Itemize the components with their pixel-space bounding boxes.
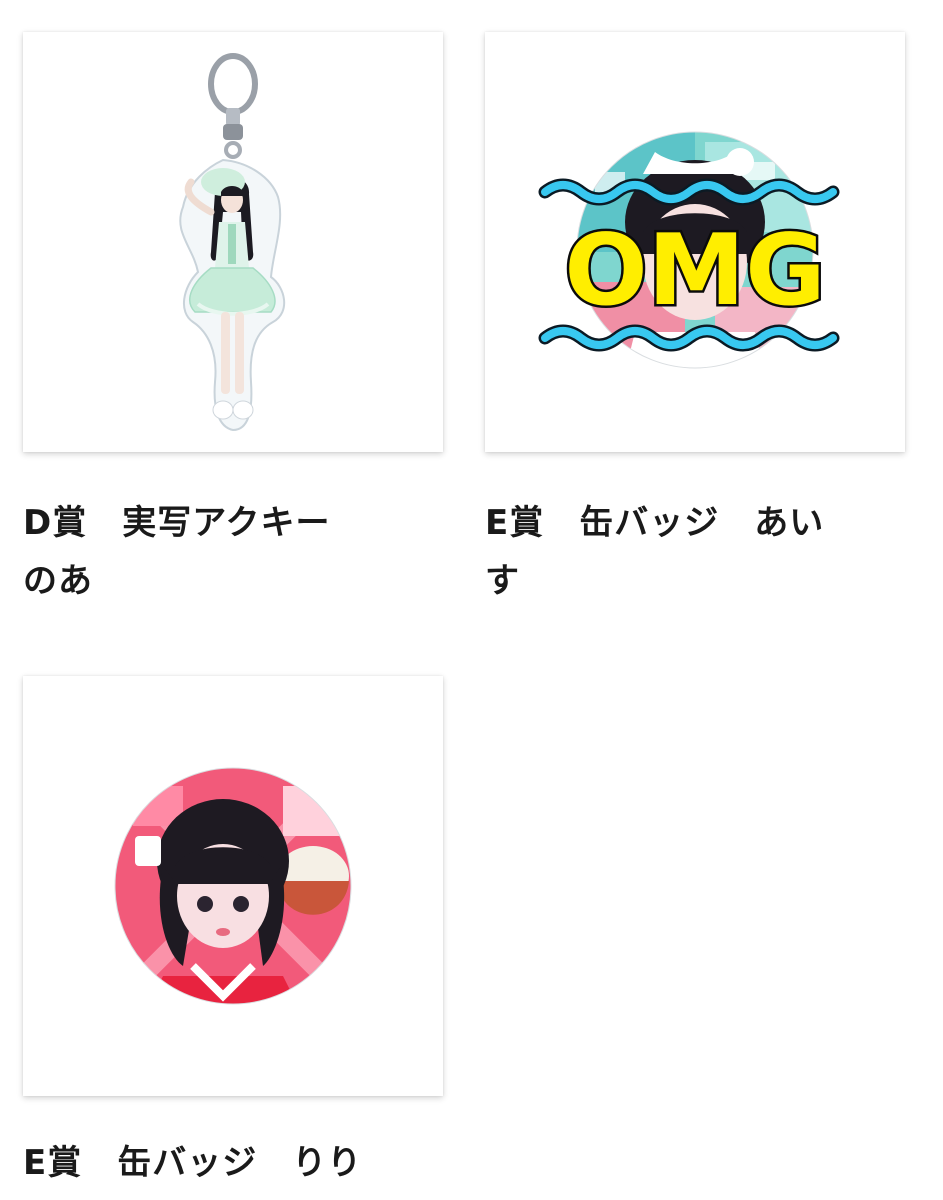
product-card-riri[interactable]: E賞 缶バッジ りり — [23, 676, 443, 1192]
product-card-noa[interactable]: D賞 実写アクキー のあ — [23, 32, 443, 610]
can-badge-omg-illustration: OMG — [538, 131, 840, 369]
product-card-aisu[interactable]: OMG E賞 缶バッジ あいす — [485, 32, 905, 610]
product-title[interactable]: E賞 缶バッジ りり — [23, 1134, 443, 1192]
can-badge-riri-illustration — [114, 767, 352, 1005]
product-image-badge-riri[interactable] — [23, 676, 443, 1096]
product-image-keychain[interactable] — [23, 32, 443, 452]
acrylic-keychain-illustration — [179, 53, 285, 432]
omg-badge-text: OMG — [564, 214, 825, 328]
product-title[interactable]: D賞 実写アクキー のあ — [23, 494, 373, 610]
product-title[interactable]: E賞 缶バッジ あいす — [485, 494, 835, 610]
product-image-badge-aisu[interactable]: OMG — [485, 32, 905, 452]
